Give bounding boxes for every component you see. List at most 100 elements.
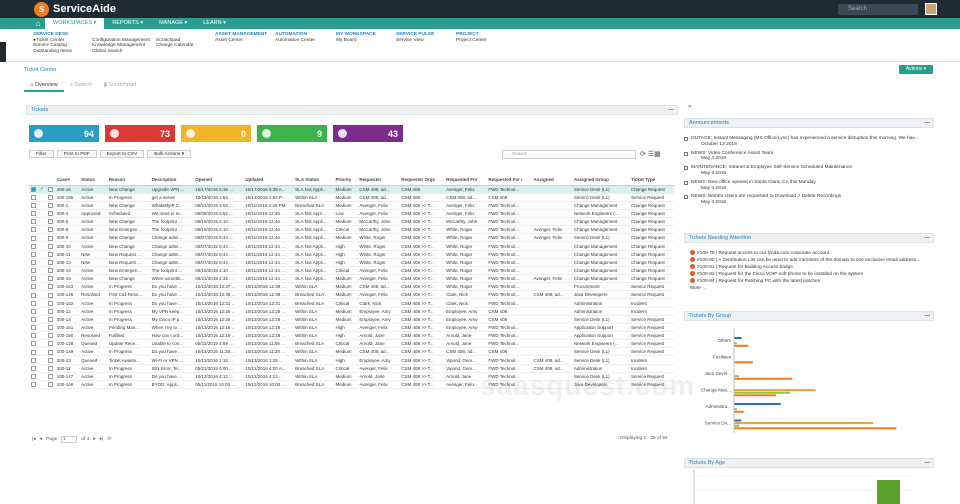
row-checkbox[interactable] <box>29 274 38 284</box>
checkbox-icon[interactable] <box>31 284 36 290</box>
table-cell[interactable]: 100-153 <box>54 282 80 292</box>
tile-4[interactable]: 43 <box>333 125 403 142</box>
row-checkbox[interactable] <box>29 217 38 227</box>
column-header[interactable]: Requested For I <box>486 174 532 186</box>
export-csv-button[interactable]: Export to CSV <box>99 150 145 158</box>
announcement-item[interactable]: MAINTENANCE: Intranet & Employee Self-Se… <box>684 165 934 177</box>
table-cell[interactable]: 300-11 <box>54 364 80 373</box>
table-cell[interactable]: 200-11 <box>54 250 80 259</box>
checkbox-icon[interactable] <box>31 203 36 208</box>
expand-icon[interactable] <box>47 219 53 225</box>
row-checkbox[interactable] <box>29 331 38 341</box>
table-row[interactable]: 100-153 Active In Progress Do you have ... 1… <box>29 282 674 292</box>
column-header[interactable]: Description <box>149 174 194 186</box>
table-cell[interactable]: 100-152 <box>54 298 80 308</box>
table-row[interactable]: 200-9 Active New Change Change admi... 05/07… <box>29 233 674 243</box>
column-header[interactable]: Case# <box>54 174 80 186</box>
table-row[interactable]: 300-13 Queued Ticket Awaitin... Wi-Fi or VP… <box>29 355 674 365</box>
row-expand[interactable] <box>45 209 55 219</box>
tile-2[interactable]: 0 <box>181 125 251 142</box>
row-checkbox[interactable] <box>29 315 38 324</box>
menu-item-service-view[interactable]: Service View <box>396 38 434 44</box>
checkbox-icon[interactable] <box>31 300 36 306</box>
table-row[interactable]: 200-13 New New Request ... Change admi... 05… <box>29 258 674 267</box>
column-header[interactable]: Reason <box>106 174 150 186</box>
table-row[interactable]: 300-12 Active In Progress My VPN keep... 10/… <box>29 307 674 316</box>
collapse-icon[interactable]: — <box>925 234 931 243</box>
checkbox-icon[interactable] <box>31 365 36 371</box>
expand-icon[interactable] <box>47 211 53 217</box>
checkbox-icon[interactable] <box>31 382 36 388</box>
table-cell[interactable]: 300-13 <box>54 355 80 365</box>
attention-item[interactable]: #100-80 | A Distribution List can be use… <box>690 257 920 264</box>
table-row[interactable]: 200-11 New New Request ... Change admi... 05… <box>29 250 674 259</box>
row-expand[interactable] <box>45 201 55 210</box>
nav-learn[interactable]: LEARN ▾ <box>195 18 234 29</box>
checkbox-icon[interactable] <box>31 211 36 217</box>
table-search-input[interactable]: Search <box>502 150 636 159</box>
row-expand[interactable] <box>45 355 55 365</box>
expand-icon[interactable] <box>47 243 53 249</box>
column-header[interactable]: Status <box>79 174 107 186</box>
collapse-icon[interactable]: — <box>669 106 675 115</box>
collapse-icon[interactable]: — <box>925 312 931 321</box>
row-expand[interactable] <box>45 282 55 292</box>
expand-icon[interactable] <box>47 203 53 208</box>
row-checkbox[interactable] <box>29 355 38 365</box>
table-row[interactable]: 300-14 Active In Progress My Cisco IP p... 1… <box>29 315 674 324</box>
expand-icon[interactable] <box>47 276 53 282</box>
first-page-icon[interactable]: |◂ <box>32 437 36 442</box>
table-cell[interactable]: 100-147 <box>54 372 80 381</box>
checkbox-icon[interactable] <box>31 243 36 249</box>
table-row[interactable]: 100-151 Active Pending Man... When I try to… <box>29 323 674 333</box>
row-checkbox[interactable] <box>29 185 38 194</box>
row-checkbox[interactable] <box>29 298 38 308</box>
row-expand[interactable] <box>45 380 55 390</box>
menu-item-outstanding[interactable]: Outstanding Items <box>33 49 72 55</box>
table-cell[interactable]: 200-13 <box>54 258 80 267</box>
table-cell[interactable]: 200-9 <box>54 233 80 243</box>
table-row[interactable]: 100-149 Active In Progress Do you have ... 1… <box>29 347 674 357</box>
row-expand[interactable] <box>45 331 55 341</box>
expand-icon[interactable]: » <box>688 104 691 110</box>
attention-item[interactable]: #100-84 | Request for Patching PC with t… <box>690 278 920 285</box>
menu-item-service-catalog[interactable]: Service Catalog <box>33 43 72 49</box>
expand-icon[interactable] <box>47 268 53 274</box>
expand-icon[interactable] <box>47 251 53 257</box>
table-row[interactable]: 200-4 Approved Scheduled We need to re... 05… <box>29 209 674 219</box>
table-row[interactable]: 200-8 Active New Emergen... The footprint .… <box>29 225 674 235</box>
nav-manage[interactable]: MANAGE ▾ <box>151 18 195 29</box>
row-expand[interactable] <box>45 217 55 227</box>
row-expand[interactable] <box>45 225 55 235</box>
expand-icon[interactable] <box>47 316 53 322</box>
row-checkbox[interactable] <box>29 347 38 357</box>
table-cell[interactable]: 200-16 <box>54 185 80 194</box>
table-cell[interactable]: 200-8 <box>54 225 80 235</box>
table-row[interactable]: 200-10 Active New Change Change admi... 05/0… <box>29 241 674 251</box>
table-row[interactable]: 100-146 Resolved First Call Reso... Do you … <box>29 290 674 300</box>
checkbox-icon[interactable] <box>31 259 36 265</box>
checkbox-icon[interactable] <box>31 276 36 282</box>
column-header[interactable]: Requester Orgs <box>399 174 445 186</box>
table-cell[interactable]: 300-12 <box>54 307 80 316</box>
table-cell[interactable]: 100-150 <box>54 331 80 341</box>
checkbox-icon[interactable] <box>31 268 36 274</box>
expand-icon[interactable] <box>47 373 53 379</box>
row-expand[interactable] <box>45 258 55 267</box>
attention-item[interactable]: #100-82 | Request for the Cisco VOIP sof… <box>690 271 920 278</box>
expand-icon[interactable] <box>47 349 53 355</box>
row-checkbox[interactable] <box>29 266 38 276</box>
row-checkbox[interactable] <box>29 290 38 300</box>
row-checkbox[interactable] <box>29 372 38 381</box>
global-search-input[interactable]: Search <box>838 4 918 15</box>
row-checkbox[interactable] <box>29 282 38 292</box>
row-checkbox[interactable] <box>29 250 38 259</box>
row-expand[interactable] <box>45 315 55 324</box>
table-row[interactable]: 100-150 Resolved Fulfilled How can I ord...… <box>29 331 674 341</box>
table-cell[interactable]: 200-4 <box>54 209 80 219</box>
expand-icon[interactable] <box>47 325 53 331</box>
table-cell[interactable]: 200-10 <box>54 241 80 251</box>
menu-item-project-center[interactable]: Project Center <box>456 38 487 44</box>
expand-icon[interactable] <box>47 365 53 371</box>
expand-icon[interactable] <box>47 235 53 241</box>
